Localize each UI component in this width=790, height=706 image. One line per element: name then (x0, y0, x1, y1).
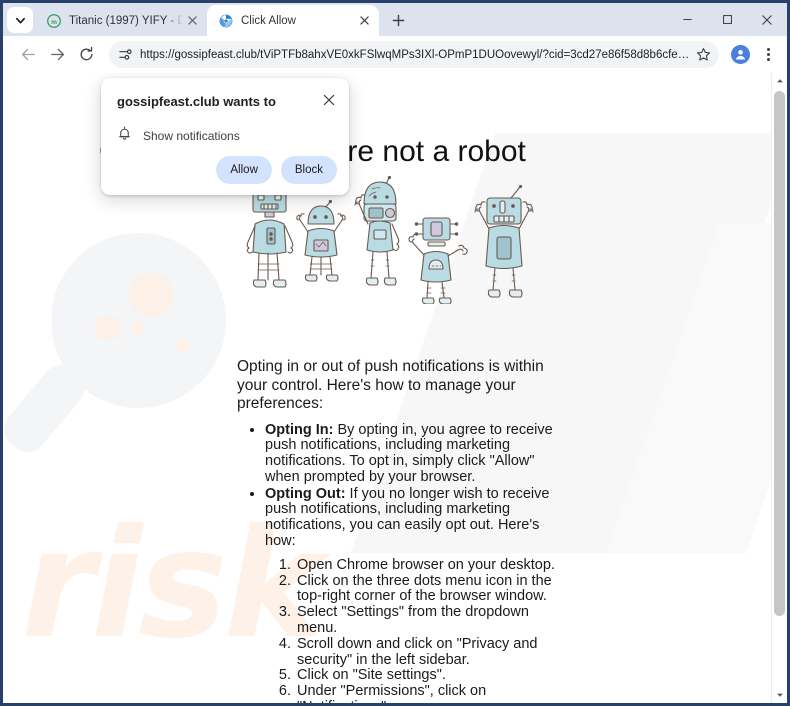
yts-favicon: m (46, 13, 61, 28)
avatar (730, 45, 750, 64)
close-icon (323, 94, 335, 106)
scroll-down-button[interactable] (772, 687, 787, 703)
arrow-left-icon (21, 48, 35, 61)
tab-strip: m Titanic (1997) YIFY - Download (3, 3, 787, 36)
intro-paragraph: Opting in or out of push notifications i… (237, 358, 544, 412)
back-button[interactable] (14, 40, 43, 69)
chevron-down-icon (776, 693, 783, 697)
bookmark-button[interactable] (691, 43, 715, 67)
close-icon (359, 16, 369, 25)
list-item: Scroll down and click on "Privacy and se… (295, 636, 559, 669)
list-item: Click on the three dots menu icon in the… (295, 573, 559, 606)
profile-button[interactable] (725, 40, 755, 69)
watermark-bubble (175, 338, 190, 353)
window-controls (667, 3, 787, 36)
chevron-down-icon (15, 17, 25, 24)
list-item: Select "Settings" from the dropdown menu… (295, 604, 559, 637)
five-robots-illustration (246, 175, 546, 305)
browser-menu-button[interactable] (755, 40, 781, 69)
address-bar[interactable]: https://gossipfeast.club/tViPTFb8ahxVE0x… (109, 41, 719, 68)
list-item: Under "Permissions", click on "Notificat… (295, 683, 559, 703)
tab-search-button[interactable] (7, 7, 33, 33)
bullet-lead: Opting Out: (265, 485, 346, 502)
tune-icon (118, 49, 132, 60)
maximize-icon (722, 15, 732, 24)
page-scrollbar[interactable] (771, 73, 787, 703)
svg-text:m: m (51, 18, 57, 25)
watermark-bubble (95, 315, 121, 341)
tab-click-allow[interactable]: Click Allow (207, 5, 379, 36)
new-tab-button[interactable] (385, 7, 411, 33)
watermark-bubble (129, 273, 173, 317)
browser-toolbar: https://gossipfeast.club/tViPTFb8ahxVE0x… (3, 36, 787, 73)
chrome-favicon (218, 13, 233, 28)
maximize-button[interactable] (707, 3, 747, 36)
tab-title: Click Allow (241, 14, 296, 27)
scroll-up-button[interactable] (772, 73, 787, 89)
tab-close-button[interactable] (355, 12, 373, 30)
allow-button[interactable]: Allow (216, 156, 272, 184)
close-window-button[interactable] (747, 3, 787, 36)
reload-button[interactable] (72, 40, 101, 69)
bell-icon (117, 126, 132, 146)
list-item: Opting In: By opting in, you agree to re… (265, 421, 559, 486)
tab-titanic[interactable]: m Titanic (1997) YIFY - Download (35, 5, 207, 36)
dialog-close-button[interactable] (319, 90, 339, 110)
scrollbar-thumb[interactable] (774, 91, 785, 616)
dialog-actions: Allow Block (216, 156, 337, 184)
close-icon (762, 14, 772, 25)
star-icon (696, 47, 710, 61)
url-text[interactable]: https://gossipfeast.club/tViPTFb8ahxVE0x… (140, 48, 691, 62)
minimize-button[interactable] (667, 3, 707, 36)
bullet-lead: Opting In: (265, 421, 334, 438)
magnifier-watermark-icon (51, 233, 226, 408)
browser-window: m Titanic (1997) YIFY - Download (0, 0, 790, 706)
page-viewport: risk Click Allow if you are not a robot (3, 73, 787, 703)
steps-list: Open Chrome browser on your desktop. Cli… (237, 557, 559, 703)
minimize-icon (682, 18, 692, 21)
chevron-up-icon (776, 79, 783, 83)
options-list: Opting In: By opting in, you agree to re… (237, 421, 559, 550)
plus-icon (392, 14, 404, 26)
notification-permission-dialog: gossipfeast.club wants to Show notificat… (101, 78, 349, 195)
reload-icon (80, 46, 93, 61)
arrow-right-icon (51, 48, 65, 61)
tab-title: Titanic (1997) YIFY - Download (69, 14, 183, 27)
watermark-bubble (131, 322, 144, 335)
block-button[interactable]: Block (280, 156, 337, 184)
person-icon (735, 50, 745, 60)
permission-label: Show notifications (143, 129, 240, 143)
three-dots-icon (766, 47, 770, 62)
dialog-title: gossipfeast.club wants to (117, 94, 276, 109)
list-item: Opting Out: If you no longer wish to rec… (265, 485, 559, 550)
forward-button[interactable] (43, 40, 72, 69)
site-info-button[interactable] (114, 44, 136, 66)
tab-close-button[interactable] (183, 12, 201, 30)
body-content: Opting in or out of push notifications i… (237, 358, 559, 703)
list-item: Open Chrome browser on your desktop. (295, 557, 559, 574)
close-icon (187, 16, 197, 25)
watermark-slash-2 (606, 223, 787, 553)
permission-row: Show notifications (117, 126, 240, 146)
list-item: Click on "Site settings". (295, 668, 559, 684)
